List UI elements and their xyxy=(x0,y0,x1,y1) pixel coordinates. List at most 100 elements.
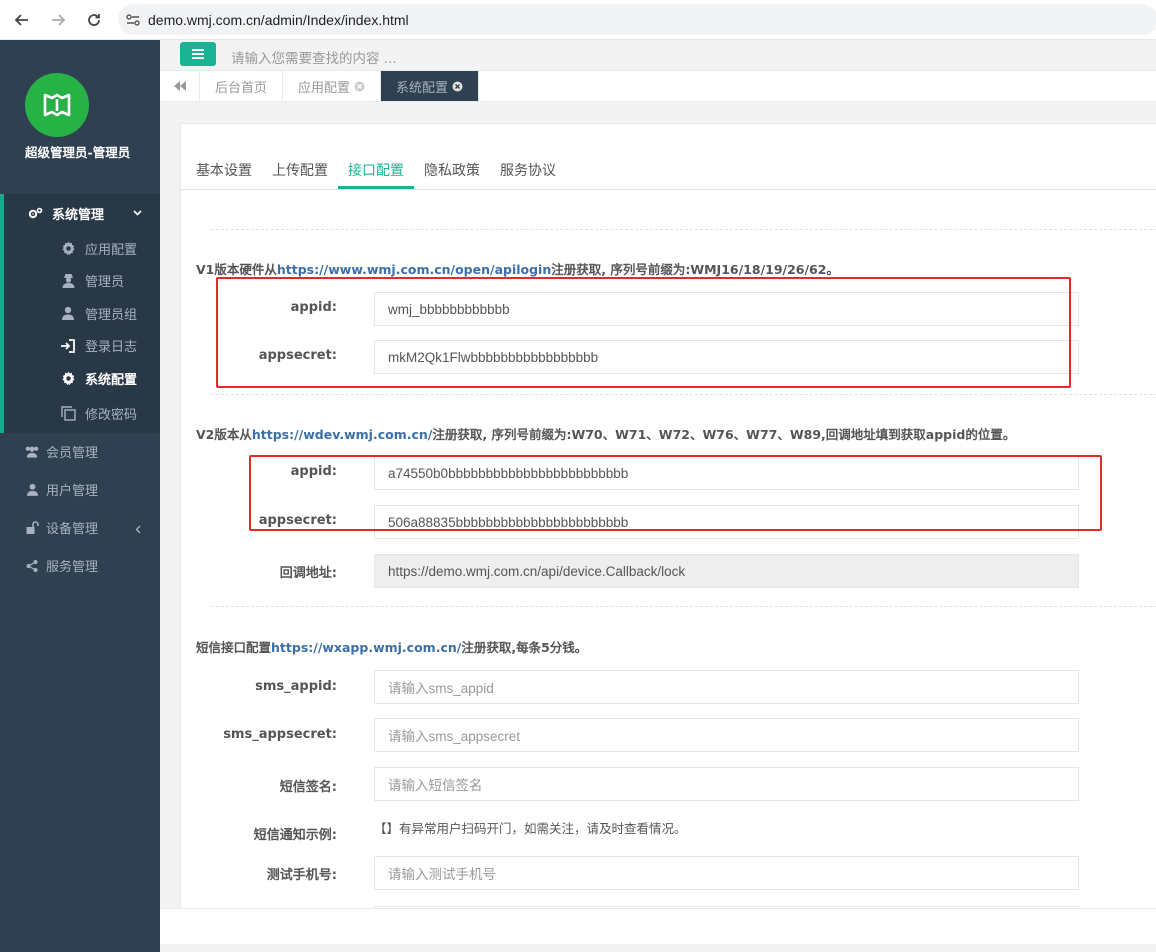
gears-icon xyxy=(28,207,44,220)
sms-example-text: 【】有异常用户扫码开门，如需关注，请及时查看情况。 xyxy=(374,821,687,836)
menu-label: 用户管理 xyxy=(46,484,99,499)
v2-section-title: V2版本从https://wdev.wmj.com.cn/注册获取, 序列号前缀… xyxy=(196,424,1015,443)
avatar[interactable] xyxy=(25,73,89,137)
profile: 超级管理员-管理员 xyxy=(0,40,160,194)
submenu-label: 系统配置 xyxy=(85,372,138,388)
back-button[interactable] xyxy=(4,0,40,40)
page-tab-label: 后台首页 xyxy=(215,80,268,96)
page-tab-home[interactable]: 后台首页 xyxy=(200,71,284,101)
divider xyxy=(211,606,1156,607)
page-tabs-bar: 后台首页 应用配置 系统配置 xyxy=(160,71,1156,102)
arrow-left-icon xyxy=(14,14,28,26)
next-field-input[interactable] xyxy=(374,906,1079,908)
menu-member-management[interactable]: 会员管理 xyxy=(0,433,160,471)
highlight-box-v1 xyxy=(216,277,1071,388)
test-phone-input[interactable]: 请输入测试手机号 xyxy=(374,856,1079,890)
address-bar[interactable]: demo.wmj.com.cn/admin/Index/index.html xyxy=(118,4,1156,35)
users-icon xyxy=(24,445,40,458)
highlight-box-v2 xyxy=(249,455,1102,531)
sms-sign-label: 短信签名: xyxy=(279,780,337,795)
unlock-icon xyxy=(24,521,40,534)
page-tab-app-config[interactable]: 应用配置 xyxy=(283,71,382,101)
config-tabs: 基本设置 上传配置 接口配置 隐私政策 服务协议 xyxy=(181,124,1156,190)
sms-register-link[interactable]: https://wxapp.wmj.com.cn/ xyxy=(271,640,461,655)
submenu-system-config[interactable]: 系统配置 xyxy=(4,362,160,395)
submenu-label: 管理员组 xyxy=(85,307,138,323)
page-tab-system-config[interactable]: 系统配置 xyxy=(381,71,480,101)
active-tab-underline xyxy=(338,186,414,189)
tabs-scroll-left-button[interactable] xyxy=(160,71,200,101)
reload-button[interactable] xyxy=(76,0,112,40)
gear-icon xyxy=(59,371,77,386)
user-secret-icon xyxy=(59,273,77,289)
submenu-app-config[interactable]: 应用配置 xyxy=(4,232,160,265)
menu-system-label: 系统管理 xyxy=(52,207,105,223)
browser-toolbar: demo.wmj.com.cn/admin/Index/index.html xyxy=(0,0,1156,40)
submenu-admin[interactable]: 管理员 xyxy=(4,265,160,298)
v1-section-title: V1版本硬件从https://www.wmj.com.cn/open/apilo… xyxy=(196,259,839,278)
v1-title-prefix: V1版本硬件从 xyxy=(196,262,277,277)
sign-in-icon xyxy=(59,338,77,353)
menu-label: 服务管理 xyxy=(46,560,99,575)
menu-label: 设备管理 xyxy=(46,522,99,537)
tab-privacy-policy[interactable]: 隐私政策 xyxy=(424,160,480,180)
submenu-label: 管理员 xyxy=(85,275,125,291)
url-text: demo.wmj.com.cn/admin/Index/index.html xyxy=(148,11,409,28)
submenu-change-password[interactable]: 修改密码 xyxy=(4,395,160,433)
v2-callback-label: 回调地址: xyxy=(279,566,337,581)
divider xyxy=(211,229,1156,230)
menu-system-management[interactable]: 系统管理 xyxy=(4,194,160,232)
menu-toggle-button[interactable] xyxy=(180,42,216,66)
share-icon xyxy=(24,559,40,572)
gear-icon xyxy=(59,241,77,256)
menu-device-management[interactable]: 设备管理 xyxy=(0,509,160,547)
top-search-input[interactable]: 请输入您需要查找的内容 ... xyxy=(231,47,397,67)
reload-icon xyxy=(88,14,100,26)
sms-section-title: 短信接口配置https://wxapp.wmj.com.cn/注册获取,每条5分… xyxy=(196,637,587,656)
close-icon[interactable] xyxy=(452,81,463,92)
v1-title-suffix: 注册获取, 序列号前缀为:WMJ16/18/19/26/62。 xyxy=(551,262,839,277)
site-info-icon[interactable] xyxy=(118,4,148,35)
tab-basic-settings[interactable]: 基本设置 xyxy=(196,160,252,180)
page-tab-label: 应用配置 xyxy=(298,80,351,96)
tab-api-config[interactable]: 接口配置 xyxy=(348,160,404,180)
profile-name: 超级管理员-管理员 xyxy=(25,145,131,160)
submenu-label: 应用配置 xyxy=(85,242,138,258)
backward-icon xyxy=(173,81,186,91)
sms-appsecret-label: sms_appsecret: xyxy=(223,727,337,742)
menu-user-management[interactable]: 用户管理 xyxy=(0,471,160,509)
menu-service-management[interactable]: 服务管理 xyxy=(0,547,160,585)
v2-title-prefix: V2版本从 xyxy=(196,427,252,442)
footer-divider xyxy=(160,944,1156,952)
close-icon[interactable] xyxy=(354,81,365,92)
menu-label: 会员管理 xyxy=(46,446,99,461)
chevron-down-icon xyxy=(133,206,142,221)
submenu-login-log[interactable]: 登录日志 xyxy=(4,330,160,363)
sms-appid-input[interactable]: 请输入sms_appid xyxy=(374,670,1079,704)
divider xyxy=(211,394,1156,395)
tab-service-agreement[interactable]: 服务协议 xyxy=(500,160,556,180)
sms-example-label: 短信通知示例: xyxy=(253,828,337,843)
menu-group-system: 系统管理 应用配置 管理员 管理员组 登录日志 系统配置 修改密码 xyxy=(0,194,160,433)
forward-button[interactable] xyxy=(40,0,76,40)
v2-register-link[interactable]: https://wdev.wmj.com.cn/ xyxy=(252,427,432,442)
bars-icon xyxy=(192,49,204,59)
submenu-label: 修改密码 xyxy=(85,408,138,423)
logo-icon xyxy=(43,93,71,117)
submenu-label: 登录日志 xyxy=(85,340,138,356)
sms-appid-label: sms_appid: xyxy=(255,679,337,694)
v2-title-suffix: 注册获取, 序列号前缀为:W70、W71、W72、W76、W77、W89,回调地… xyxy=(432,427,1016,442)
copy-icon xyxy=(59,406,77,421)
v1-register-link[interactable]: https://www.wmj.com.cn/open/apilogin xyxy=(277,262,551,277)
sms-title-prefix: 短信接口配置 xyxy=(196,640,272,655)
arrow-right-icon xyxy=(52,14,66,26)
tab-upload-config[interactable]: 上传配置 xyxy=(272,160,328,180)
sms-appsecret-input[interactable]: 请输入sms_appsecret xyxy=(374,718,1079,752)
v2-callback-input[interactable]: https://demo.wmj.com.cn/api/device.Callb… xyxy=(374,554,1079,588)
submenu-admin-group[interactable]: 管理员组 xyxy=(4,297,160,330)
sms-sign-input[interactable]: 请输入短信签名 xyxy=(374,767,1079,801)
page-tab-label: 系统配置 xyxy=(396,80,449,96)
chevron-left-icon xyxy=(134,523,142,538)
top-header: 请输入您需要查找的内容 ... xyxy=(160,40,1156,71)
user-icon xyxy=(59,306,77,321)
